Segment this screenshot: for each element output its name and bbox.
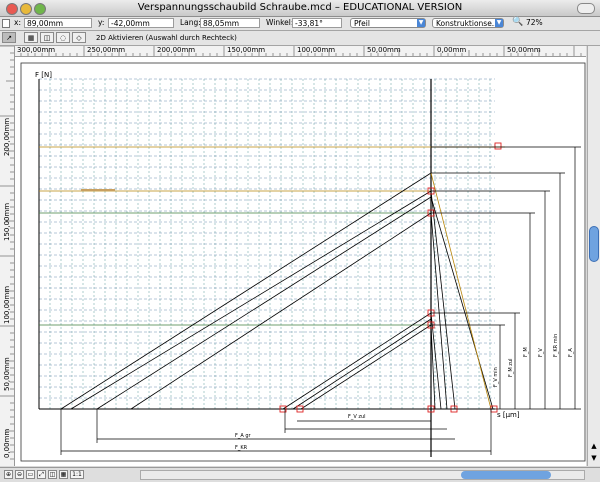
ruler-label: 50,00mm xyxy=(367,46,401,54)
vertical-ruler: 200,00mm 150,00mm 100,00mm 50,00mm 0,00m… xyxy=(0,46,15,466)
x-label: x: xyxy=(14,18,21,27)
length-label: Lang: xyxy=(180,18,201,27)
ruler-label: 0,00mm xyxy=(3,429,11,458)
zoom-in-button[interactable]: ⊕ xyxy=(4,470,13,479)
dim-label: F_KR xyxy=(235,445,248,451)
zoom-out-button[interactable]: ⊖ xyxy=(15,470,24,479)
dim-label: F_A gr xyxy=(235,433,252,439)
plate-lines xyxy=(430,190,494,410)
x-field[interactable]: 89,00mm xyxy=(24,18,92,28)
ruler-label: 200,00mm xyxy=(157,46,196,54)
chevron-down-icon: ▼ xyxy=(417,19,425,27)
zoom-level: 72% xyxy=(526,18,543,27)
zoom-fit-button[interactable]: ⤢ xyxy=(37,470,46,479)
window-title: Verspannungsschaubild Schraube.mcd – EDU… xyxy=(137,2,463,13)
dim-label: F_V zul xyxy=(348,414,366,420)
tension-diagram[interactable]: F [N] s [µm] F_A F_KR min F_V F_M F_M zu… xyxy=(15,57,586,466)
ruler-label: 50,00mm xyxy=(507,46,541,54)
coordinate-mode-icon[interactable] xyxy=(2,19,10,28)
ruler-label: 100,00mm xyxy=(297,46,336,54)
lasso-tool-button[interactable]: ◌ xyxy=(56,32,70,43)
coordinate-bar: x: 89,00mm y: -42,00mm Lang: 88,05mm Win… xyxy=(0,17,600,31)
y-axis-label: F [N] xyxy=(35,71,52,79)
dim-label: F_M zul xyxy=(508,359,514,377)
dim-label: F_V min xyxy=(493,367,499,387)
grid-toggle-button[interactable]: ▦ xyxy=(59,470,68,479)
line-style-value: Pfeil xyxy=(354,19,370,28)
x-axis-label: s [µm] xyxy=(497,411,520,419)
length-field[interactable]: 88,05mm xyxy=(200,18,260,28)
rect-select-tool-button[interactable]: ▦ xyxy=(24,32,38,43)
grid xyxy=(38,78,495,410)
polygon-select-tool-button[interactable]: ◇ xyxy=(72,32,86,43)
line-style-select[interactable]: Pfeil ▼ xyxy=(350,18,426,28)
actual-size-button[interactable]: 1:1 xyxy=(70,470,84,479)
ruler-label: 100,00mm xyxy=(3,286,11,324)
angle-label: Winkel: xyxy=(266,18,294,27)
horizontal-scrollbar[interactable] xyxy=(140,470,585,480)
ruler-label: 50,00mm xyxy=(3,357,11,391)
tool-row: ↗ ▦ ◫ ◌ ◇ 2D Aktivieren (Auswahl durch R… xyxy=(0,31,600,46)
tool-hint: 2D Aktivieren (Auswahl durch Rechteck) xyxy=(96,34,237,42)
ruler-label: 300,00mm xyxy=(17,46,56,54)
dim-label: F_V xyxy=(538,348,544,357)
dim-label: F_A xyxy=(568,348,574,357)
vertical-scrollbar[interactable]: ▲ ▼ xyxy=(587,46,600,466)
ruler-label: 200,00mm xyxy=(3,118,11,156)
dim-label: F_KR min xyxy=(553,334,559,357)
drawing-canvas[interactable]: F [N] s [µm] F_A F_KR min F_V F_M F_M zu… xyxy=(15,57,586,466)
scroll-up-arrow-icon[interactable]: ▲ xyxy=(589,442,599,452)
dimension-lines xyxy=(431,146,581,410)
window-titlebar: Verspannungsschaubild Schraube.mcd – EDU… xyxy=(0,0,600,17)
pointer-tool-button[interactable]: ↗ xyxy=(2,32,16,43)
y-label: y: xyxy=(98,18,105,27)
bottom-dimension-lines xyxy=(60,409,492,455)
angle-field[interactable]: -33,81° xyxy=(292,18,342,28)
layer-select[interactable]: Konstruktionse... ▼ xyxy=(432,18,504,28)
ruler-label: 250,00mm xyxy=(87,46,126,54)
plate-line-highlight xyxy=(430,172,492,410)
status-bar: ⊕ ⊖ ▭ ⤢ ◫ ▦ 1:1 xyxy=(0,467,600,482)
ruler-label: 0,00mm xyxy=(437,46,467,54)
horizontal-ruler: 300,00mm 250,00mm 200,00mm 150,00mm 100,… xyxy=(14,46,586,57)
vertical-ruler-ticks: 200,00mm 150,00mm 100,00mm 50,00mm 0,00m… xyxy=(0,46,14,460)
zoom-selection-button[interactable]: ◫ xyxy=(48,470,57,479)
layer-value: Konstruktionse... xyxy=(436,19,499,28)
ruler-label: 150,00mm xyxy=(3,203,11,241)
dim-label: F_M xyxy=(523,347,529,357)
select-2d-tool-button[interactable]: ◫ xyxy=(40,32,54,43)
ruler-label: 150,00mm xyxy=(227,46,266,54)
toolbar-toggle-button[interactable] xyxy=(577,3,595,14)
vertical-scroll-thumb[interactable] xyxy=(589,226,599,262)
chevron-down-icon: ▼ xyxy=(495,19,503,27)
magnifier-icon[interactable]: 🔍 xyxy=(512,17,523,27)
y-field[interactable]: -42,00mm xyxy=(108,18,174,28)
page-frame xyxy=(20,62,586,462)
bolt-lines xyxy=(60,172,432,410)
zoom-page-button[interactable]: ▭ xyxy=(26,470,35,479)
scroll-down-arrow-icon[interactable]: ▼ xyxy=(589,454,599,464)
horizontal-scroll-thumb[interactable] xyxy=(461,471,551,479)
